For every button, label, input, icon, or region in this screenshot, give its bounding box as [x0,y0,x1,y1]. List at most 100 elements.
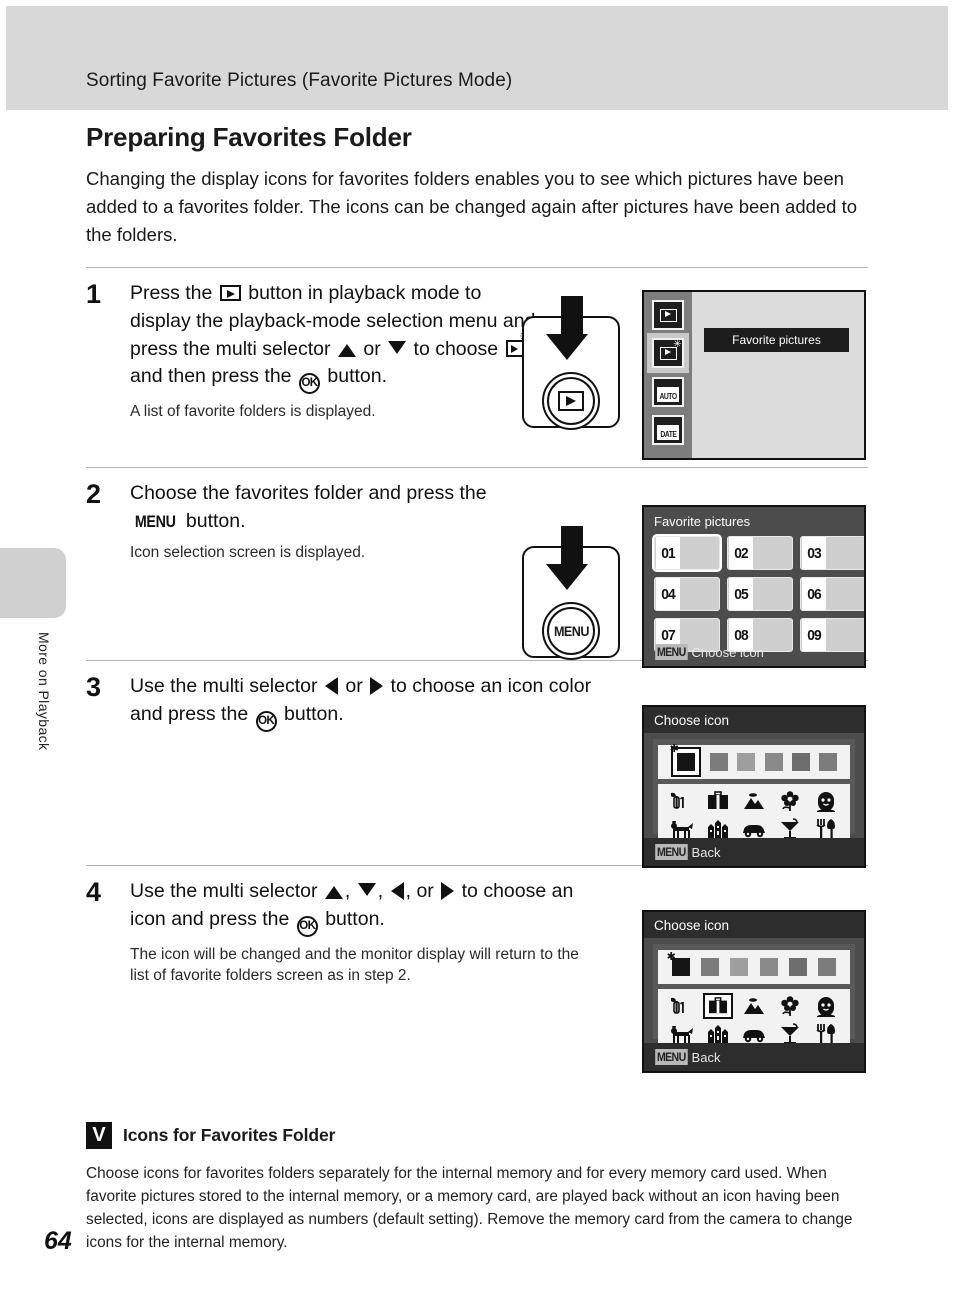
chapter-tab-marker [0,548,66,618]
color-swatch-3[interactable] [737,753,756,771]
sidebar-item-auto-sort[interactable]: AUTO [652,377,684,407]
footer-hint: Back [691,1049,721,1065]
icon-cell-sprout-1[interactable] [667,993,697,1019]
screen-body: ✱ [653,944,855,1051]
ok-button-icon: OK [255,710,277,732]
color-swatch-6[interactable] [819,753,838,771]
footer-hint: Choose icon [691,644,764,660]
step-2-text-b: button. [185,509,246,532]
icon-cell-briefcase[interactable] [703,788,733,814]
folder-cell-04[interactable]: 04 [654,577,720,611]
menu-badge-icon: MENU [655,1049,688,1065]
swatch-fill [700,958,719,976]
folder-number: 05 [729,578,753,610]
icon-cell-briefcase[interactable] [703,993,733,1019]
press-arrow-icon [546,526,588,590]
screen-playback-mode-selection: ✳ AUTO DATE Favorite pictures [642,290,866,460]
mode-pane: Favorite pictures [692,292,864,458]
screen-favorite-folder-list: Favorite pictures 01 02 03 04 05 06 07 0… [642,505,866,668]
icon-cell-face[interactable] [811,993,841,1019]
color-swatch-4[interactable] [764,753,783,771]
menu-badge-icon: MENU [655,844,688,860]
icon-grid [658,784,850,846]
page-header-title: Sorting Favorite Pictures (Favorite Pict… [86,70,513,91]
swatch-fill [759,958,778,976]
folder-number: 09 [802,619,826,651]
note-title: Icons for Favorites Folder [123,1125,336,1145]
color-swatch-4[interactable] [759,958,778,976]
press-arrow-icon [546,296,588,360]
color-swatch-5[interactable] [788,958,807,976]
sidebar-item-playback[interactable] [652,300,684,330]
folder-number: 02 [729,537,753,569]
folder-number: 03 [802,537,826,569]
step-2-number: 2 [86,479,102,510]
menu-button[interactable]: MENU [542,602,600,660]
folder-cell-02[interactable]: 02 [727,536,793,570]
step-3-text: Use the multi selector or to choose an i… [130,673,600,732]
swatch-fill [764,753,783,771]
color-swatch-5[interactable] [791,753,810,771]
color-swatch-6[interactable] [818,958,837,976]
playback-button[interactable] [542,372,600,430]
screen-footer: MENU Choose icon [653,644,764,660]
menu-button-icon: MENU [134,511,176,531]
menu-item-favorite-pictures[interactable]: Favorite pictures [704,328,849,352]
menu-button-label: MENU [553,623,589,639]
screen-title: Favorite pictures [654,514,751,529]
ok-button-icon: OK [296,915,318,937]
step-1-text-d: to choose [413,337,499,360]
color-swatch-row: ✱ [658,950,850,984]
icon-cell-flower[interactable] [775,788,805,814]
menu-button-press-diagram: MENU [522,526,620,660]
color-swatch-2[interactable] [709,753,728,771]
list-by-date-icon: DATE [657,420,679,440]
icon-cell-face[interactable] [811,788,841,814]
arrow-up-icon [337,343,356,357]
favorite-pictures-icon: ✳ [659,339,682,360]
swatch-fill [818,958,837,976]
section-intro: Changing the display icons for favorites… [86,168,858,246]
note-block: V Icons for Favorites Folder Choose icon… [86,1122,876,1254]
color-swatch-2[interactable] [700,958,719,976]
footer-hint: Back [691,844,721,860]
page-header-band: Sorting Favorite Pictures (Favorite Pict… [6,6,948,110]
section-title: Preparing Favorites Folder [86,122,412,152]
step-1-text-f: button. [327,365,388,388]
arrow-right-icon [441,881,455,900]
arrow-down-icon [388,340,407,354]
step-2-text: Choose the favorites folder and press th… [130,480,540,535]
folder-cell-01[interactable]: 01 [654,536,720,570]
icon-cell-mountain[interactable] [739,993,769,1019]
folder-cell-05[interactable]: 05 [727,577,793,611]
icon-cell-flower[interactable] [775,993,805,1019]
playback-icon [219,285,241,302]
screen-footer: MENU Back [644,1043,864,1071]
color-swatch-1[interactable]: ✱ [670,743,701,777]
sidebar-item-list-by-date[interactable]: DATE [652,415,684,445]
folder-cell-09[interactable]: 09 [800,618,864,652]
folder-number: 04 [656,578,680,610]
color-swatch-3[interactable] [730,958,749,976]
step-3-number: 3 [86,672,102,703]
icon-cell-sprout-1[interactable] [667,788,697,814]
divider-above-step-2 [86,467,868,469]
sidebar-item-favorite-pictures[interactable]: ✳ [652,338,684,368]
playback-icon [558,391,584,411]
folder-cell-03[interactable]: 03 [800,536,864,570]
color-swatch-1[interactable]: ✱ [667,951,690,976]
color-swatch-row: ✱ [658,743,850,779]
button-ring: MENU [547,607,595,655]
arrow-right-icon [370,677,384,696]
step-4-text-f: button. [325,907,385,930]
step-4-number: 4 [86,876,102,907]
step-1-text-a: Press the [130,282,213,305]
note-body: Choose icons for favorites folders separ… [86,1165,853,1252]
step-3-text-a: Use the multi selector [130,675,318,698]
icon-cell-mountain[interactable] [739,788,769,814]
swatch-fill [791,753,810,771]
screen-choose-icon-glyph: Choose icon ✱ MENU Back [642,910,866,1073]
folder-cell-06[interactable]: 06 [800,577,864,611]
step-4-subtext: The icon will be changed and the monitor… [130,945,579,985]
step-3-text-b: or [345,675,363,698]
